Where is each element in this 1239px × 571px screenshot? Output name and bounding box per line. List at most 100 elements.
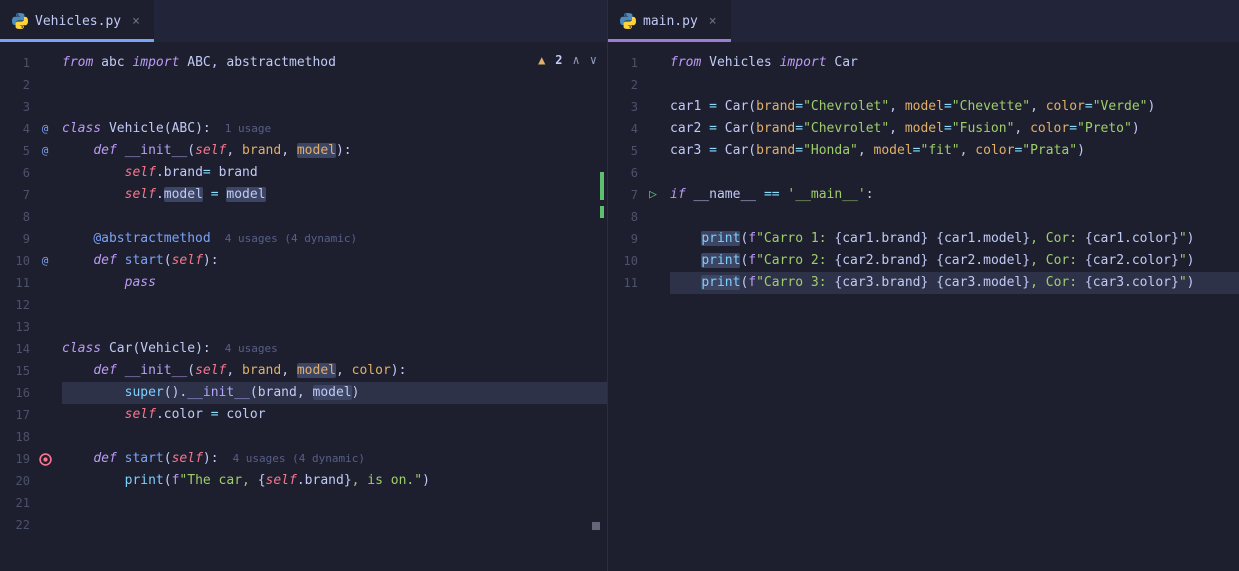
code-line[interactable]: super().__init__(brand, model) [62,382,607,404]
inspections-widget[interactable]: ▲ 2 ∧ ∨ [538,53,597,67]
code-line[interactable]: car2 = Car(brand="Chevrolet", model="Fus… [670,118,1239,140]
line-number: 5 [0,140,30,162]
run-gutter-icon[interactable]: ▷ [638,184,668,206]
code-line[interactable]: def start(self): [62,250,607,272]
code-line[interactable] [62,96,607,118]
line-number: 10 [608,250,638,272]
line-number: 2 [608,74,638,96]
usage-hint[interactable]: 4 usages [225,342,278,355]
code-line[interactable]: car1 = Car(brand="Chevrolet", model="Che… [670,96,1239,118]
line-number: 6 [608,162,638,184]
code-line[interactable] [62,316,607,338]
code-line[interactable] [670,162,1239,184]
code-line[interactable] [670,206,1239,228]
line-number: 12 [0,294,30,316]
line-number: 15 [0,360,30,382]
line-number: 1 [608,52,638,74]
line-number: 8 [0,206,30,228]
usage-hint[interactable]: 4 usages (4 dynamic) [225,232,357,245]
right-editor-pane: main.py × 1 2 3 4 5 6 7▷ 8 9 10 11 from … [608,0,1239,571]
change-marker-icon[interactable] [600,206,604,218]
left-code-area[interactable]: from abc import ABC, abstractmethod clas… [62,42,607,571]
line-number: 14 [0,338,30,360]
line-number: 1 [0,52,30,74]
code-line[interactable]: from abc import ABC, abstractmethod [62,52,607,74]
override-gutter-icon[interactable]: @ [42,250,49,272]
line-number: 20 [0,470,30,492]
code-line[interactable]: def start(self):4 usages (4 dynamic) [62,448,607,470]
close-icon[interactable]: × [709,14,717,29]
code-line[interactable]: from Vehicles import Car [670,52,1239,74]
code-line[interactable]: class Car(Vehicle):4 usages [62,338,607,360]
line-number: 11 [0,272,30,294]
right-editor[interactable]: 1 2 3 4 5 6 7▷ 8 9 10 11 from Vehicles i… [608,42,1239,571]
code-line[interactable] [62,74,607,96]
line-number: 17 [0,404,30,426]
code-line[interactable] [62,206,607,228]
line-number: 3 [608,96,638,118]
line-number: 9 [0,228,30,250]
usage-hint[interactable]: 4 usages (4 dynamic) [233,452,365,465]
code-line[interactable]: def __init__(self, brand, model): [62,140,607,162]
left-editor[interactable]: ▲ 2 ∧ ∨ 1 2 3 4 @ 5 @ 6 7 8 9 10 @ 11 12 13… [0,42,607,571]
code-line[interactable] [62,294,607,316]
usages-gutter-icon[interactable]: @ [42,118,49,140]
right-tab-bar: main.py × [608,0,1239,42]
override-gutter-icon[interactable]: @ [42,140,49,162]
code-line[interactable]: pass [62,272,607,294]
code-line[interactable]: self.color = color [62,404,607,426]
line-number: 9 [608,228,638,250]
code-line[interactable]: car3 = Car(brand="Honda", model="fit", c… [670,140,1239,162]
code-line[interactable]: self.model = model [62,184,607,206]
inspection-count: 2 [555,53,562,67]
code-line[interactable]: class Vehicle(ABC):1 usage [62,118,607,140]
tab-label: main.py [643,14,698,29]
left-tab-bar: Vehicles.py × [0,0,607,42]
code-line[interactable]: print(f"Carro 2: {car2.brand} {car2.mode… [670,250,1239,272]
code-line[interactable]: @abstractmethod4 usages (4 dynamic) [62,228,607,250]
line-number: 7 [0,184,30,206]
python-file-icon [620,13,636,29]
next-highlight-icon[interactable]: ∨ [590,53,597,67]
left-editor-pane: Vehicles.py × ▲ 2 ∧ ∨ 1 2 3 4 @ 5 @ 6 7 8 … [0,0,608,571]
line-number: 4 [0,118,30,140]
line-number: 11 [608,272,638,294]
caret-marker-icon [592,522,600,530]
code-line[interactable]: if __name__ == '__main__': [670,184,1239,206]
line-number: 8 [608,206,638,228]
code-line[interactable] [62,492,607,514]
warning-icon: ▲ [538,53,545,67]
tab-label: Vehicles.py [35,14,121,29]
prev-highlight-icon[interactable]: ∧ [573,53,580,67]
line-number: 7 [608,184,638,206]
line-number: 6 [0,162,30,184]
line-number: 22 [0,514,30,536]
run-target-gutter-icon[interactable] [39,453,52,466]
change-marker-icon[interactable] [600,172,604,200]
line-number: 21 [0,492,30,514]
code-line[interactable]: print(f"Carro 3: {car3.brand} {car3.mode… [670,272,1239,294]
code-line[interactable]: print(f"The car, {self.brand}, is on.") [62,470,607,492]
tab-main[interactable]: main.py × [608,0,731,42]
line-number: 16 [0,382,30,404]
left-gutter[interactable]: 1 2 3 4 @ 5 @ 6 7 8 9 10 @ 11 12 13 14 15 1… [0,42,62,571]
tab-vehicles[interactable]: Vehicles.py × [0,0,154,42]
code-line[interactable] [62,426,607,448]
right-gutter[interactable]: 1 2 3 4 5 6 7▷ 8 9 10 11 [608,42,670,571]
line-number: 3 [0,96,30,118]
line-number: 5 [608,140,638,162]
usage-hint[interactable]: 1 usage [225,122,271,135]
code-line[interactable]: print(f"Carro 1: {car1.brand} {car1.mode… [670,228,1239,250]
line-number: 19 [0,448,30,470]
code-line[interactable]: def __init__(self, brand, model, color): [62,360,607,382]
code-line[interactable]: self.brand= brand [62,162,607,184]
line-number: 10 [0,250,30,272]
python-file-icon [12,13,28,29]
right-code-area[interactable]: from Vehicles import Car car1 = Car(bran… [670,42,1239,571]
code-line[interactable] [62,514,607,536]
line-number: 2 [0,74,30,96]
line-number: 13 [0,316,30,338]
code-line[interactable] [670,74,1239,96]
close-icon[interactable]: × [132,14,140,29]
line-number: 4 [608,118,638,140]
